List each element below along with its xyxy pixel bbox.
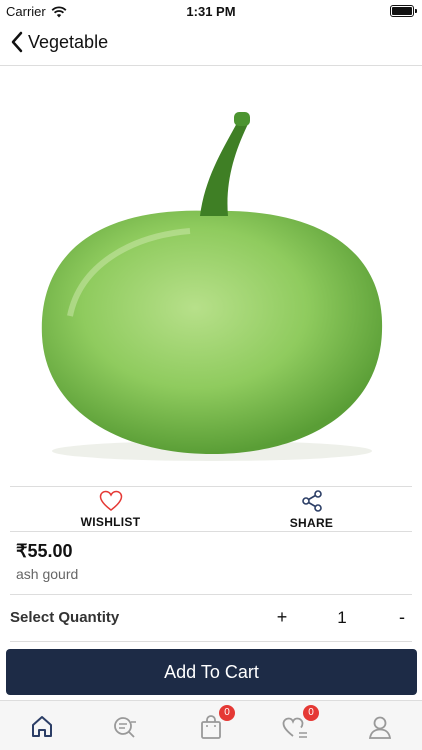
tab-profile[interactable] — [366, 713, 394, 741]
search-icon — [114, 717, 136, 738]
tab-search[interactable] — [111, 713, 139, 741]
user-icon — [368, 716, 392, 739]
status-bar: Carrier 1:31 PM — [0, 0, 422, 22]
add-to-cart-button[interactable]: Add To Cart — [6, 649, 417, 695]
add-to-cart-label: Add To Cart — [164, 661, 259, 682]
share-icon — [301, 489, 322, 512]
nav-title: Vegetable — [28, 31, 109, 52]
quantity-decrease-button[interactable]: - — [396, 607, 408, 628]
cart-badge: 0 — [219, 705, 235, 721]
status-time: 1:31 PM — [186, 4, 236, 19]
wishlist-badge: 0 — [303, 705, 319, 721]
share-label: SHARE — [289, 515, 334, 530]
tab-home[interactable] — [28, 713, 56, 741]
action-row: WISHLIST SHARE — [10, 486, 412, 532]
tab-wishlist[interactable]: 0 — [281, 705, 319, 741]
quantity-label: Select Quantity — [10, 609, 120, 626]
share-button[interactable]: SHARE — [211, 487, 412, 531]
battery-icon — [390, 5, 417, 17]
home-icon — [32, 716, 52, 737]
nav-bar: Vegetable — [0, 22, 422, 66]
back-chevron-icon — [11, 31, 23, 53]
heart-icon — [99, 490, 122, 511]
tab-bar: 0 0 — [0, 700, 422, 750]
quantity-row: Select Quantity + 1 - — [10, 594, 412, 642]
quantity-increase-button[interactable]: + — [276, 607, 288, 628]
back-button[interactable]: Vegetable — [10, 30, 108, 54]
wishlist-label: WISHLIST — [80, 514, 141, 529]
wishlist-button[interactable]: WISHLIST — [10, 487, 211, 531]
product-price: ₹55.00 — [16, 541, 73, 561]
product-name: ash gourd — [16, 566, 79, 582]
tab-cart[interactable]: 0 — [197, 705, 235, 741]
product-image — [0, 66, 422, 486]
quantity-value: 1 — [337, 608, 347, 627]
